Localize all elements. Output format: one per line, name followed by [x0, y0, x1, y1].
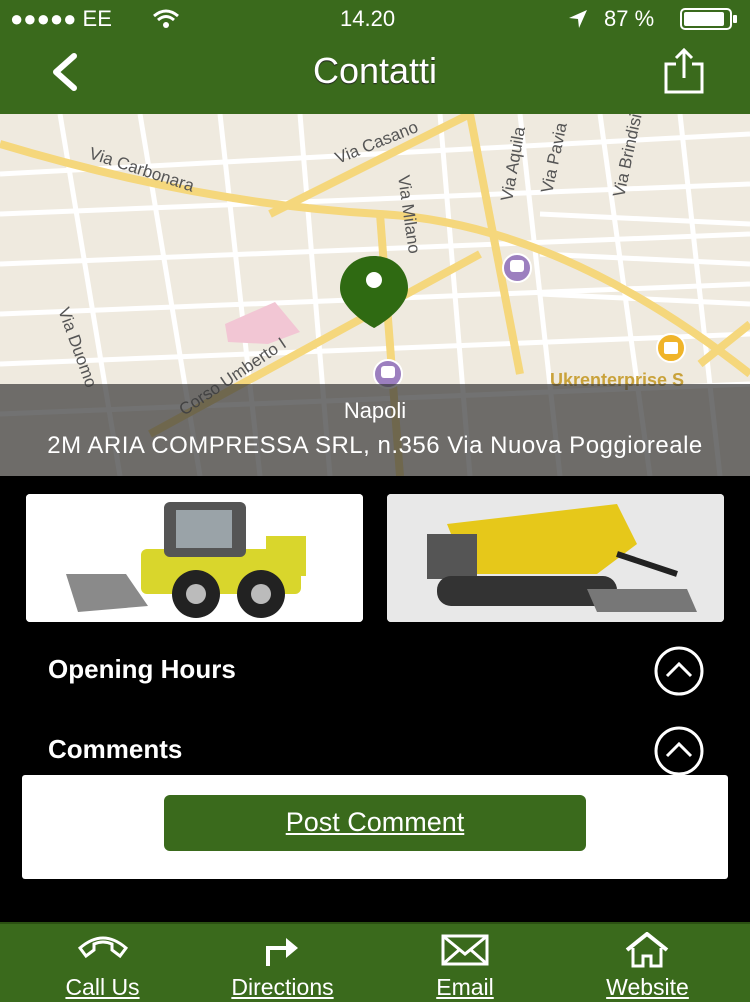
- tab-label: Email: [436, 974, 494, 1000]
- skid-steer-loader-photo[interactable]: [26, 494, 363, 622]
- share-icon[interactable]: [660, 48, 708, 96]
- status-bar: ●●●●● EE 14.20 87 %: [0, 0, 750, 36]
- location-caption: Napoli 2M ARIA COMPRESSA SRL, n.356 Via …: [0, 384, 750, 476]
- tab-label: Directions: [231, 974, 334, 1000]
- section-label: Comments: [48, 734, 183, 764]
- location-arrow-icon: [569, 10, 587, 28]
- opening-hours-section[interactable]: Opening Hours: [0, 640, 750, 700]
- envelope-icon: [441, 934, 489, 966]
- train-station-icon: [502, 253, 532, 283]
- bottom-tab-bar: Call Us Directions Email Website: [0, 922, 750, 1002]
- phone-icon: [77, 936, 129, 959]
- business-address: 2M ARIA COMPRESSA SRL, n.356 Via Nuova P…: [47, 432, 703, 459]
- tab-directions[interactable]: Directions: [210, 924, 355, 1002]
- tab-email[interactable]: Email: [410, 924, 520, 1002]
- wifi-icon: [153, 9, 179, 28]
- battery-icon: [680, 8, 737, 30]
- clock: 14.20: [340, 6, 396, 31]
- page-title: Contatti: [312, 50, 438, 91]
- post-comment-button[interactable]: Post Comment: [164, 795, 586, 851]
- tracked-dumper-photo[interactable]: [387, 494, 724, 622]
- carrier-signal: ●●●●● EE: [10, 6, 112, 31]
- home-icon: [625, 932, 669, 968]
- directions-arrow-icon: [266, 938, 298, 966]
- tab-label: Website: [606, 974, 689, 1000]
- map-view[interactable]: Via Carbonara Via Casano Via Aquila Via …: [0, 114, 750, 476]
- comments-section[interactable]: Comments: [0, 720, 750, 780]
- city-name: Napoli: [343, 398, 407, 423]
- section-label: Opening Hours: [48, 654, 236, 684]
- comment-panel: Post Comment: [22, 775, 728, 879]
- chevron-up-circle-icon[interactable]: [654, 646, 704, 696]
- nav-bar: Contatti: [0, 36, 750, 114]
- tab-label: Call Us: [65, 974, 140, 1000]
- chevron-up-circle-icon[interactable]: [654, 726, 704, 776]
- battery-percent: 87 %: [604, 6, 655, 31]
- tab-call-us[interactable]: Call Us: [40, 924, 165, 1002]
- tab-website[interactable]: Website: [585, 924, 710, 1002]
- shop-icon: [656, 333, 686, 363]
